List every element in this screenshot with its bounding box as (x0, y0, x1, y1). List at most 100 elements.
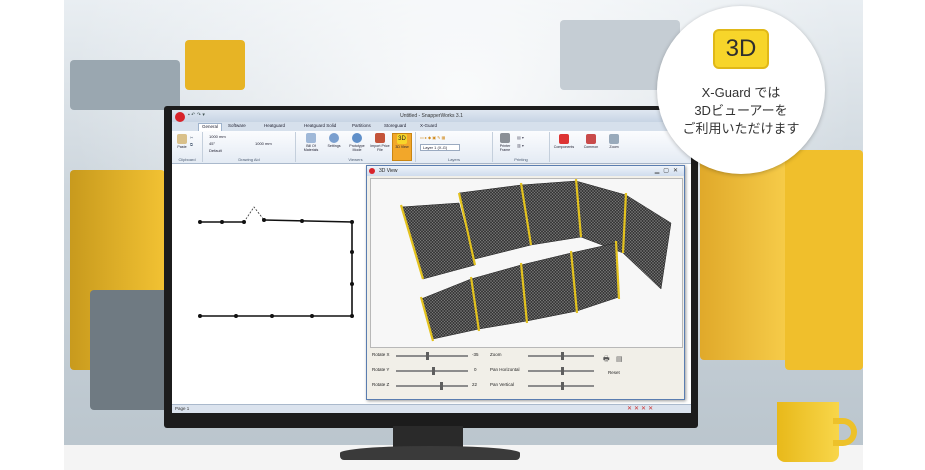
rotate-y-label: Rotate Y (372, 367, 390, 372)
length-field[interactable]: 1000 mm (209, 134, 226, 139)
default-select[interactable]: Default (209, 148, 222, 153)
rotate-z-slider[interactable] (396, 382, 468, 390)
plan-post (350, 220, 354, 224)
tab-general[interactable]: General (198, 123, 223, 131)
view-3d-label: 3D View (395, 145, 409, 149)
status-icons[interactable]: ✕✕✕✕ (627, 405, 655, 412)
paste-label: Paste (177, 145, 187, 149)
app-window: ▪ ↶ ↷ ▾ Untitled - SnapperWorks 3.1 Gene… (172, 110, 691, 413)
slider-thumb[interactable] (561, 352, 564, 360)
plan-post (234, 314, 238, 318)
rotate-x-slider[interactable] (396, 352, 468, 360)
group-viewers: Bill Of Materials Settings Prototype Mod… (296, 132, 416, 162)
fence-panel (622, 194, 672, 290)
common-button[interactable]: Common (580, 134, 602, 149)
components-button[interactable]: Components (552, 134, 576, 149)
group-printing: Printer Frame ▤ ▾ ▥ ▾ Printing (493, 132, 550, 162)
viewer-logo-icon (369, 168, 375, 174)
clipboard-group-label: Clipboard (178, 157, 196, 162)
page-setup-icon[interactable]: ▥ ▾ (517, 143, 524, 148)
layer-tools-icon[interactable]: ▭ ▸ ◆ ▣ ✎ ▦ (420, 135, 445, 140)
page-indicator: Page 1 (175, 406, 190, 411)
3d-badge-icon: 3D (713, 29, 769, 69)
cube-3d-icon: 3D (397, 134, 407, 144)
tab-partitions[interactable]: Partitions (352, 123, 371, 128)
plan-post (310, 314, 314, 318)
save-image-icon[interactable]: ▤ (616, 355, 623, 363)
window-controls[interactable]: ▁▢✕ (655, 167, 682, 174)
fence-3d-model[interactable] (371, 178, 682, 347)
tab-heatguard[interactable]: Heatguard (264, 123, 285, 128)
right-margin (863, 0, 925, 470)
left-margin (0, 0, 64, 470)
tab-x-guard[interactable]: X-Guard (420, 123, 437, 128)
zoom-button[interactable]: Zoom (605, 134, 623, 149)
zoom-label: Zoom (609, 145, 619, 149)
group-layers: ▭ ▸ ◆ ▣ ✎ ▦ Layer 1 (X-G) Layers (416, 132, 493, 162)
zoom-label: Zoom (490, 352, 502, 357)
title-bar: ▪ ↶ ↷ ▾ Untitled - SnapperWorks 3.1 (172, 110, 691, 122)
pan-horizontal-label: Pan Horizontal (490, 367, 520, 372)
group-clipboard: Paste ✂ ⧉ Clipboard (172, 132, 203, 162)
viewer-3d-viewport[interactable] (370, 178, 683, 348)
coffee-mug (777, 402, 839, 462)
viewer-3d-controls: Rotate X -35 Rotate Y 0 Rotate Z 22 Zoom… (370, 348, 681, 396)
slider-thumb[interactable] (561, 382, 564, 390)
reset-button[interactable]: Reset (608, 370, 620, 375)
monitor-stand (393, 426, 463, 448)
width-field[interactable]: 1000 mm (255, 141, 272, 146)
settings-button[interactable]: Settings (323, 133, 345, 148)
prototype-mode-label: Prototype Mode (349, 144, 365, 152)
zoom-slider[interactable] (528, 352, 594, 360)
slider-thumb[interactable] (440, 382, 443, 390)
viewer-3d-title-bar[interactable]: 3D View ▁▢✕ (367, 166, 684, 176)
common-label: Common (583, 145, 599, 149)
clipboard-icon (177, 134, 187, 144)
viewers-group-label: Viewers (348, 157, 363, 162)
plan-post (198, 314, 202, 318)
slider-thumb[interactable] (426, 352, 429, 360)
tab-software[interactable]: Software (228, 123, 246, 128)
print-options-icon[interactable]: ▤ ▾ (517, 135, 524, 140)
fence-panel (520, 252, 578, 322)
drawing-aid-group-label: Drawing Aid (238, 157, 260, 162)
slider-thumb[interactable] (561, 367, 564, 375)
printing-group-label: Printing (514, 157, 528, 162)
ribbon: Paste ✂ ⧉ Clipboard 1000 mm 45° Default … (172, 131, 691, 164)
tab-heatguard-solid[interactable]: Heatguard Solid (304, 123, 336, 128)
layer-select[interactable]: Layer 1 (X-G) (420, 144, 461, 151)
fence-panel (575, 180, 627, 254)
badge-line-1: X-Guard では (701, 85, 781, 100)
pan-vertical-slider[interactable] (528, 382, 594, 390)
plan-post (242, 220, 246, 224)
viewer-3d-window[interactable]: 3D View ▁▢✕ Rotate X -35 Rotate Y 0 Rota… (366, 165, 685, 400)
paste-button[interactable]: Paste (175, 134, 189, 149)
settings-label: Settings (327, 144, 341, 148)
gear-icon (329, 133, 339, 143)
background-machine (185, 40, 245, 90)
copy-icon[interactable]: ⧉ (190, 142, 193, 147)
tab-storeguard[interactable]: Storeguard (384, 123, 406, 128)
background-machine (70, 60, 180, 110)
bill-of-materials-button[interactable]: Bill Of Materials (300, 133, 322, 152)
monitor-base (340, 446, 520, 460)
viewer-3d-title: 3D View (379, 168, 398, 174)
plan-post (300, 219, 304, 223)
prototype-mode-button[interactable]: Prototype Mode (346, 133, 368, 152)
import-price-file-label: Import Price File (370, 144, 390, 152)
slider-thumb[interactable] (432, 367, 435, 375)
rotate-z-value: 22 (472, 382, 478, 387)
rotate-y-slider[interactable] (396, 367, 468, 375)
background-machine (700, 160, 790, 360)
printer-frame-label: Printer Frame (499, 144, 511, 152)
plan-post (270, 314, 274, 318)
cut-icon[interactable]: ✂ (190, 135, 193, 140)
fence-plan-drawing[interactable] (192, 204, 362, 324)
angle-field[interactable]: 45° (209, 141, 215, 146)
import-price-file-button[interactable]: Import Price File (369, 133, 391, 152)
pan-horizontal-slider[interactable] (528, 367, 594, 375)
bill-of-materials-label: Bill Of Materials (303, 144, 319, 152)
print-icon[interactable]: 🖶 (603, 355, 610, 366)
printer-frame-button[interactable]: Printer Frame (496, 133, 514, 152)
status-bar: Page 1 ✕✕✕✕ (172, 404, 691, 413)
